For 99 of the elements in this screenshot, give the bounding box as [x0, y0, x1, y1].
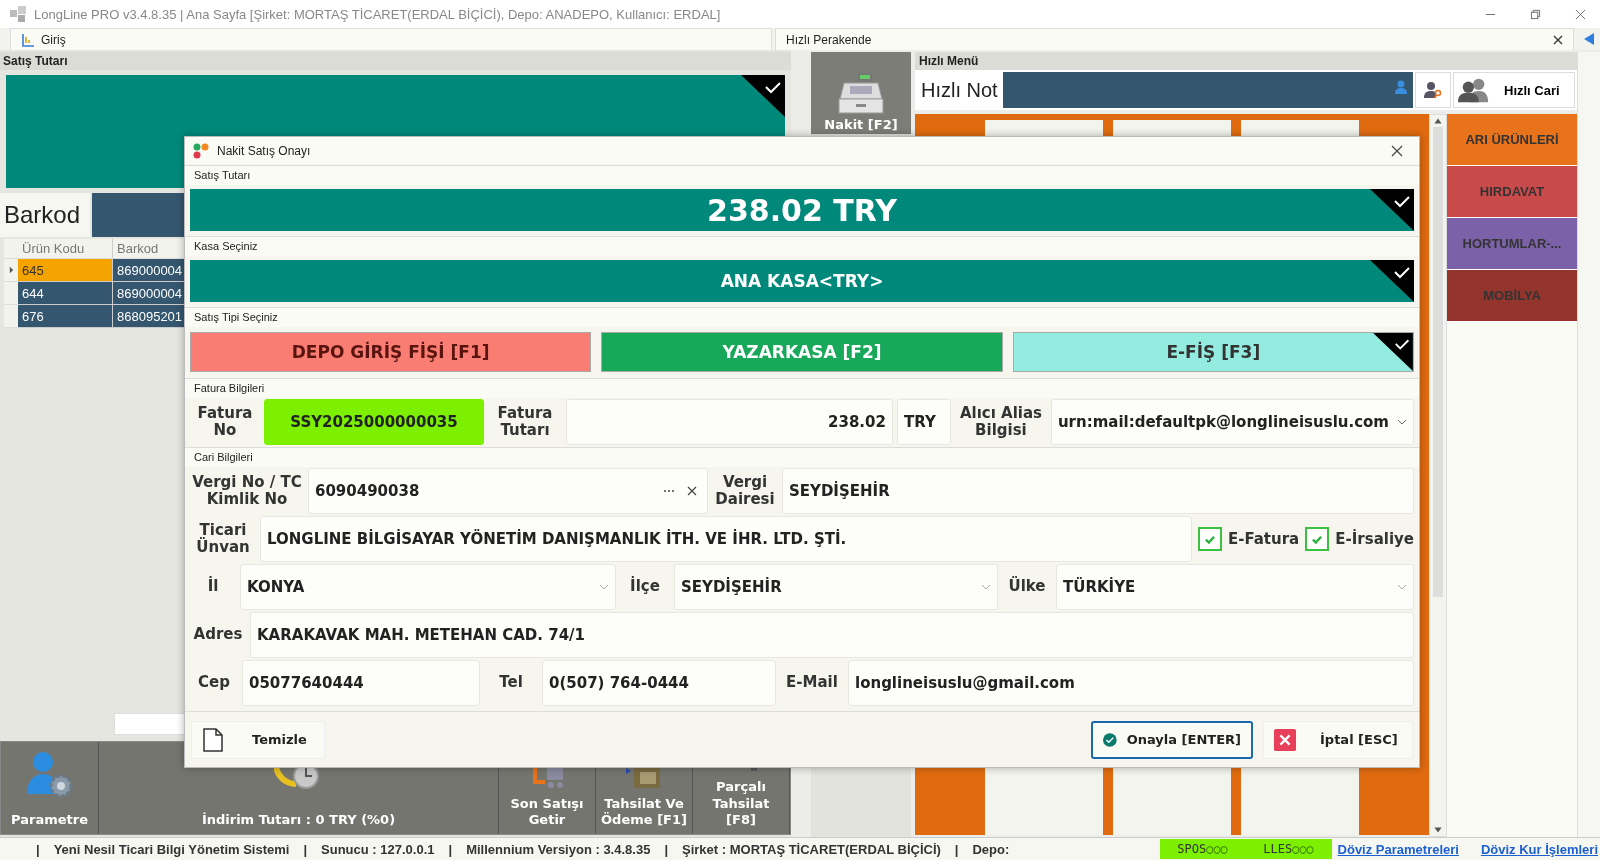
user-settings-icon	[24, 749, 75, 800]
separator-text: |	[303, 841, 308, 857]
alias-dropdown[interactable]: urn:mail:defaultpk@longlineisuslu.com	[1050, 399, 1414, 445]
field-label: İl	[206, 575, 220, 598]
app-icon	[193, 142, 209, 159]
address-field[interactable]: KARAKAVAK MAH. METEHAN CAD. 74/1	[250, 612, 1414, 658]
currency-field: TRY	[896, 399, 951, 445]
phone-field[interactable]: 0(507) 764-0444	[542, 660, 776, 706]
section-label: Fatura Bilgileri	[185, 378, 1419, 398]
section-label: Satış Tipi Seçiniz	[185, 307, 1419, 327]
status-text: Sunucu : 127.0.0.1	[321, 841, 435, 857]
separator-text: |	[36, 841, 40, 857]
invoice-total-field[interactable]: 238.02	[566, 399, 893, 445]
section-label: Cari Bilgileri	[185, 447, 1419, 467]
checkbox-label: E-Fatura	[1227, 530, 1300, 548]
cancel-button[interactable]: İptal [ESC]	[1263, 720, 1413, 759]
separator-text: |	[664, 841, 668, 857]
checkbox[interactable]	[1305, 527, 1330, 551]
field-label: Ülke	[1007, 575, 1047, 598]
panel-header: Hızlı Menü	[915, 52, 1577, 70]
user-icon	[1395, 80, 1407, 94]
clear-button[interactable]: Temizle	[191, 720, 325, 759]
users-icon	[1458, 77, 1490, 103]
cash-register-icon	[836, 71, 886, 115]
field-label: Vergi No / TC Kimlik No	[191, 471, 303, 510]
separator-text: |	[954, 841, 959, 857]
user-key-icon	[1424, 81, 1442, 99]
invoice-number-field[interactable]: SSY2025000000035	[264, 399, 484, 445]
tab[interactable]: Hızlı Perakende	[775, 28, 1574, 50]
city-dropdown[interactable]: KONYA	[240, 564, 616, 610]
chevron-down-icon	[1397, 584, 1407, 590]
checkbox-label: E-İrsaliye	[1335, 530, 1414, 548]
field-label: Cep	[197, 672, 231, 694]
category-button[interactable]: ARI ÜRÜNLERİ	[1447, 114, 1577, 166]
section-label: Satış Tutarı	[185, 165, 1419, 185]
status-text: Şirket : MORTAŞ TİCARET(ERDAL BİÇİCİ)	[682, 841, 941, 857]
field-label: Fatura Tutarı	[496, 402, 554, 441]
chevron-down-icon	[1397, 419, 1407, 425]
status-indicator: LLES○○○	[1245, 839, 1332, 859]
clear-icon[interactable]	[687, 486, 697, 496]
column-header[interactable]: Ürün Kodu	[18, 239, 113, 259]
app-icon	[10, 6, 26, 22]
field-label: Alıcı Alias Bilgisi	[958, 402, 1043, 441]
country-dropdown[interactable]: TÜRKİYE	[1056, 564, 1414, 610]
chevron-down-icon	[599, 584, 609, 590]
arrow-icon[interactable]	[1582, 32, 1596, 46]
field-label: Adres	[192, 624, 244, 646]
field-label: E-Mail	[785, 672, 839, 694]
field-label: Fatura No	[196, 402, 254, 441]
more-icon[interactable]	[663, 489, 675, 493]
close-icon[interactable]	[1553, 34, 1563, 45]
dialog-title: Nakit Satış Onayı	[217, 143, 312, 158]
separator-text: |	[448, 841, 453, 857]
barcode-label: Barkod	[0, 193, 90, 237]
mobile-field[interactable]: 05077640444	[242, 660, 480, 706]
chart-icon	[21, 32, 35, 47]
restore-icon[interactable]	[1530, 8, 1541, 20]
status-link[interactable]: Döviz Parametreleri	[1337, 841, 1459, 857]
scrollbar[interactable]	[1429, 114, 1447, 837]
register-button[interactable]: ANA KASA<TRY>	[190, 260, 1414, 302]
table-cell[interactable]: 644	[18, 282, 113, 305]
amount-text: 238.02 TRY	[707, 192, 897, 228]
district-dropdown[interactable]: SEYDİŞEHİR	[674, 564, 998, 610]
user-key-button[interactable]	[1415, 72, 1451, 108]
cancel-icon	[1274, 727, 1296, 752]
section-label: Kasa Seçiniz	[185, 236, 1419, 256]
confirm-button[interactable]: Onayla [ENTER]	[1091, 720, 1253, 759]
sale-type-button[interactable]: DEPO GİRİŞ FİŞİ [F1]	[190, 332, 592, 372]
table-cell[interactable]: 676	[18, 305, 113, 328]
row-header[interactable]	[4, 259, 18, 282]
status-text: Depo:	[972, 841, 1010, 857]
note-label: Hızlı Not	[920, 77, 999, 103]
field-label: Ticari Ünvan	[195, 519, 251, 558]
field-label: Vergi Dairesi	[714, 471, 776, 510]
status-text: Yeni Nesil Ticari Bilgi Yönetim Sistemi	[53, 841, 290, 857]
panel-header: Satış Tutarı	[0, 52, 791, 70]
field-label: Tel	[498, 672, 524, 694]
close-icon[interactable]	[1391, 144, 1403, 157]
cash-button[interactable]: Nakit [F2]	[811, 52, 911, 134]
sale-type-button[interactable]: E-FİŞ [F3]	[1012, 332, 1414, 372]
company-name-field[interactable]: LONGLINE BİLGİSAYAR YÖNETİM DANIŞMANLIK İTH. VE İHR. LTD. ŞTİ.	[260, 516, 1192, 562]
table-cell[interactable]: 645	[18, 259, 113, 282]
quick-customer-button[interactable]: Hızlı Cari	[1453, 72, 1575, 108]
checkbox[interactable]	[1197, 527, 1222, 551]
field-label: İlçe	[629, 575, 661, 598]
row-header	[4, 239, 18, 259]
toolbar-button[interactable]: Parametre	[1, 742, 99, 834]
email-field[interactable]: longlineisuslu@gmail.com	[848, 660, 1414, 706]
status-text: Millennium Versiyon : 3.4.8.35	[466, 841, 651, 857]
check-corner-icon	[1373, 333, 1413, 371]
tax-number-field[interactable]: 6090490038	[308, 468, 708, 514]
chevron-down-icon	[981, 584, 991, 590]
status-indicator: SPOS○○○	[1159, 839, 1246, 859]
document-icon	[202, 727, 224, 752]
note-field[interactable]	[1003, 72, 1413, 108]
tab[interactable]: Giriş	[10, 28, 772, 50]
window-title: LongLine PRO v3.4.8.35 | Ana Sayfa [Şirket: MORTAŞ TİCARET(ERDAL BİÇİCİ), Depo: ANADEPO, Kullanıcı: ERDAL]	[34, 6, 722, 22]
status-link[interactable]: Döviz Kur İşlemleri	[1480, 841, 1598, 857]
tax-office-field[interactable]: SEYDİŞEHİR	[782, 468, 1414, 514]
